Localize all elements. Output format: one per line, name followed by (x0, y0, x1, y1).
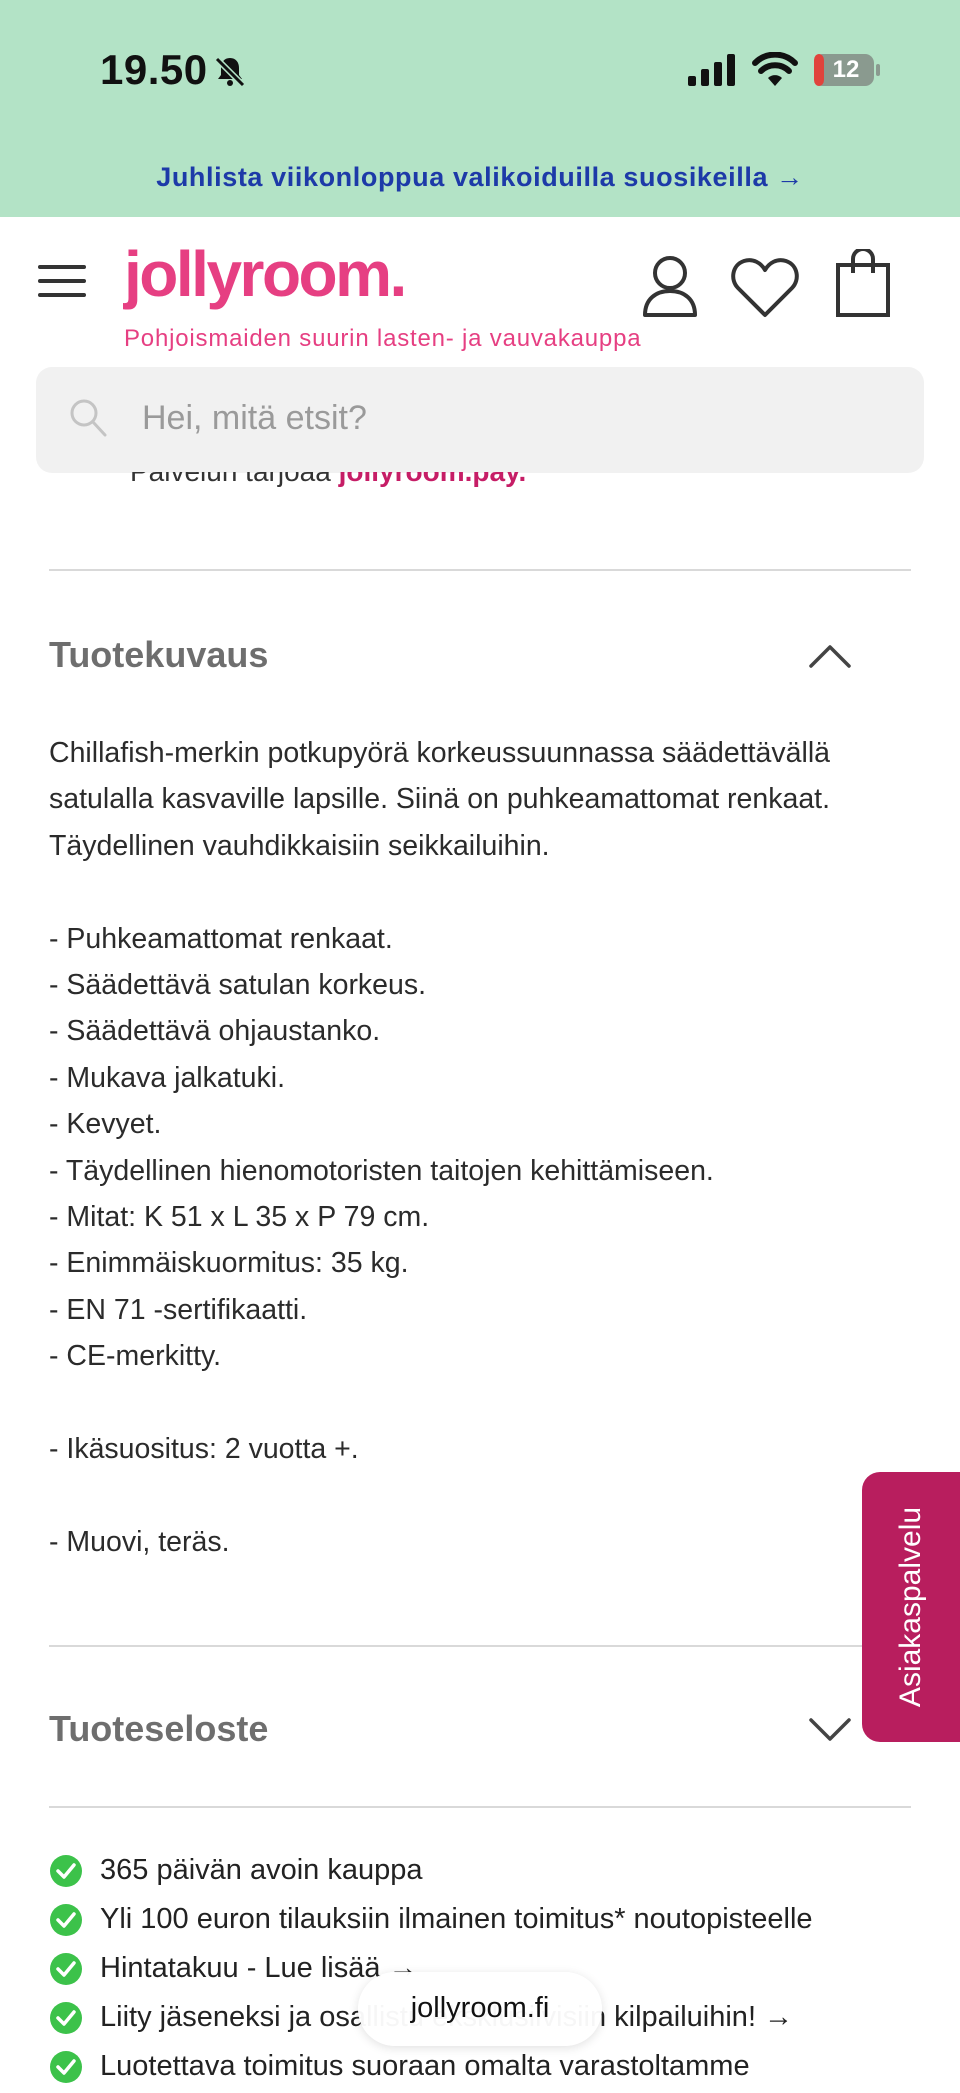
check-icon (50, 1904, 82, 1936)
feature-item: - CE-merkitty. (49, 1340, 222, 1373)
usp-text: Yli 100 euron tilauksiin ilmainen toimit… (100, 1903, 813, 1935)
menu-icon[interactable] (38, 263, 88, 299)
logo[interactable]: jollyroom. (124, 237, 407, 311)
status-bar: 19.50 12 (0, 0, 960, 140)
check-icon (50, 2002, 82, 2034)
divider (49, 1645, 911, 1647)
browser-url: jollyroom.fi (410, 1992, 550, 2024)
search-placeholder: Hei, mitä etsit? (142, 399, 367, 437)
list-item: Luotettava toimitus suoraan omalta varas… (49, 2044, 929, 2093)
check-icon (50, 1855, 82, 1887)
chevron-up-icon[interactable] (808, 642, 852, 670)
list-item: 365 päivän avoin kauppa (49, 1848, 929, 1897)
customer-service-label: Asiakaspalvelu (894, 1506, 927, 1708)
description-accordion-title[interactable]: Tuotekuvaus (49, 634, 268, 676)
search-icon (70, 399, 107, 437)
browser-url-bar[interactable]: jollyroom.fi (358, 1972, 602, 2046)
payment-provider-text: Palvelun tarjoaa jollyroom.pay. (130, 472, 526, 500)
feature-item: - Täydellinen hienomotoristen taitojen k… (49, 1154, 714, 1187)
description-intro: Chillafish-merkin potkupyörä korkeussuun… (49, 737, 831, 862)
search-input[interactable]: Hei, mitä etsit? (36, 367, 924, 473)
promo-banner[interactable]: Juhlista viikonloppua valikoiduilla suos… (0, 140, 960, 217)
feature-item: - EN 71 -sertifikaatti. (49, 1293, 308, 1326)
chevron-down-icon[interactable] (808, 1716, 852, 1744)
wifi-icon (752, 52, 798, 86)
customer-service-button[interactable]: Asiakaspalvelu (862, 1472, 960, 1742)
usp-text: Luotettava toimitus suoraan omalta varas… (100, 2050, 750, 2082)
heart-icon[interactable] (730, 257, 800, 319)
feature-item: - Säädettävä satulan korkeus. (49, 969, 427, 1002)
check-icon (50, 1953, 82, 1985)
age-recommendation: - Ikäsuositus: 2 vuotta +. (49, 1433, 359, 1466)
check-icon (50, 2051, 82, 2083)
feature-item: - Mukava jalkatuki. (49, 1061, 286, 1094)
feature-item: - Puhkeamattomat renkaat. (49, 922, 393, 955)
usp-text: 365 päivän avoin kauppa (100, 1854, 423, 1886)
shopping-bag-icon[interactable] (834, 249, 894, 319)
tagline: Pohjoismaiden suurin lasten- ja vauvakau… (124, 325, 642, 352)
signal-icon (688, 54, 735, 86)
divider (49, 569, 911, 571)
product-description: Chillafish-merkin potkupyörä korkeussuun… (49, 730, 849, 1565)
usp-list: 365 päivän avoin kauppa Yli 100 euron ti… (49, 1848, 929, 2093)
feature-item: - Kevyet. (49, 1108, 162, 1141)
feature-item: - Säädettävä ohjaustanko. (49, 1015, 381, 1048)
divider (49, 1806, 911, 1808)
payment-provider-brand: jollyroom.pay. (339, 472, 527, 487)
bell-muted-icon (213, 55, 247, 89)
specs-accordion-title[interactable]: Tuoteseloste (49, 1708, 268, 1750)
status-time: 19.50 (100, 46, 208, 93)
material: - Muovi, teräs. (49, 1525, 230, 1558)
feature-item: - Mitat: K 51 x L 35 x P 79 cm. (49, 1201, 430, 1234)
account-icon[interactable] (640, 253, 700, 319)
promo-link[interactable]: Juhlista viikonloppua valikoiduilla suos… (0, 162, 960, 193)
battery-level: 12 (832, 56, 860, 83)
feature-item: - Enimmäiskuormitus: 35 kg. (49, 1247, 409, 1280)
list-item: Yli 100 euron tilauksiin ilmainen toimit… (49, 1897, 929, 1946)
payment-provider-prefix: Palvelun tarjoaa (130, 472, 339, 487)
